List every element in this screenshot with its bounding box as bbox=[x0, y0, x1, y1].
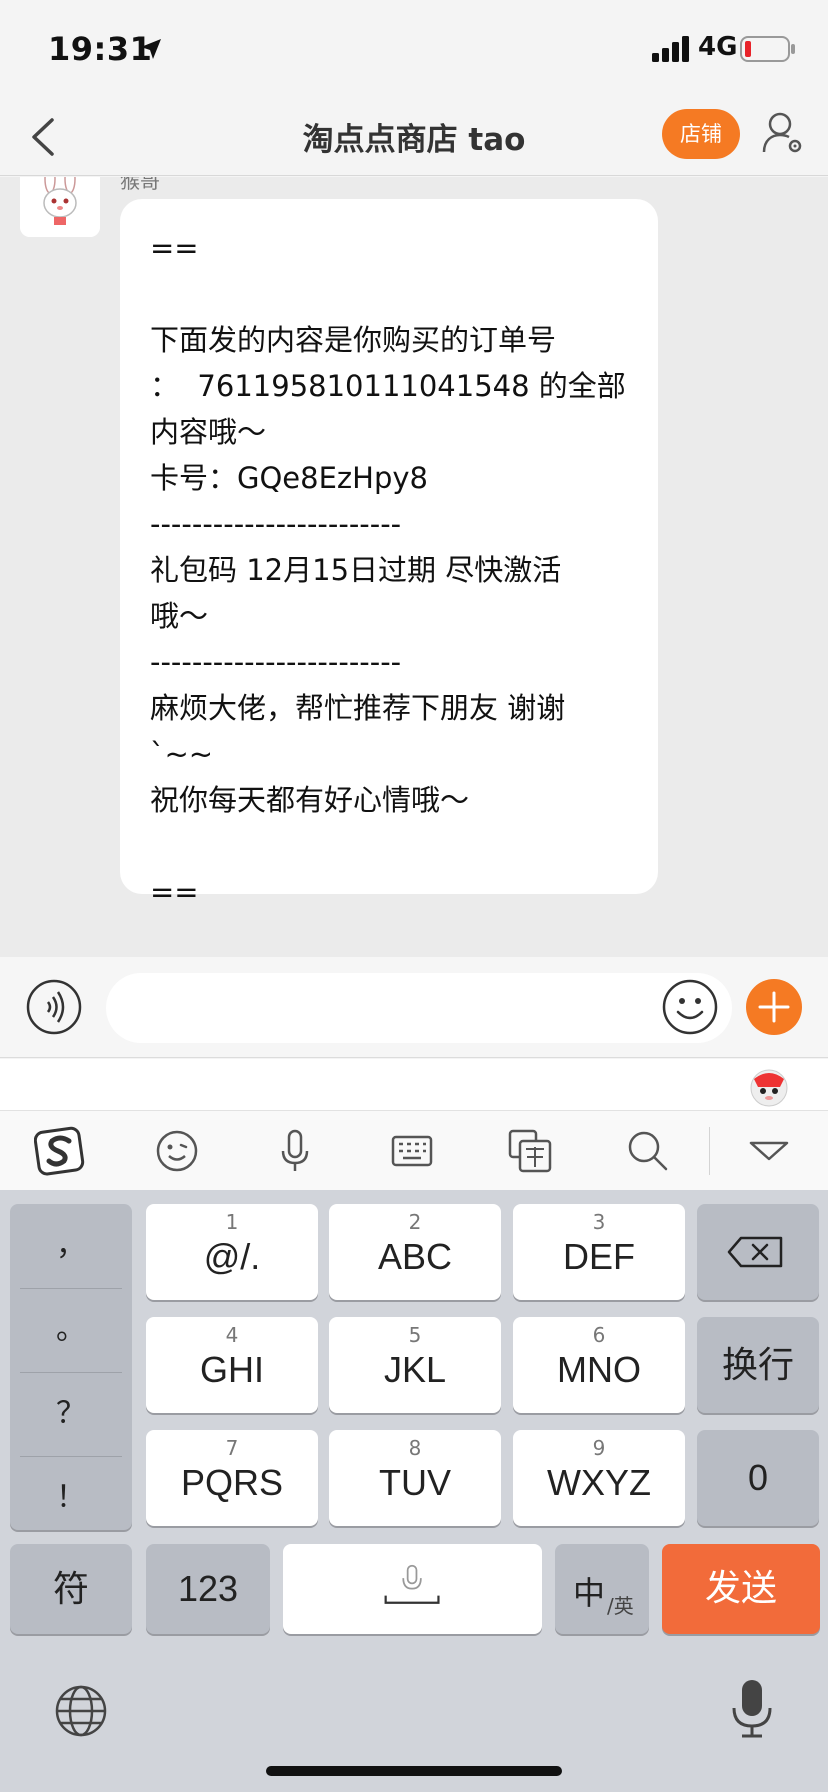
key-number: 6 bbox=[592, 1323, 606, 1347]
home-indicator[interactable] bbox=[266, 1766, 562, 1776]
key-letters: JKL bbox=[383, 1349, 447, 1390]
key-0[interactable]: 0 bbox=[697, 1430, 819, 1526]
symbols-label: 符 bbox=[52, 1568, 89, 1609]
chat-area[interactable]: 猴哥 == 下面发的内容是你购买的订单号 ： 76119581011104154… bbox=[0, 177, 828, 957]
keyboard-assistant-strip bbox=[0, 1059, 828, 1111]
shop-button[interactable]: 店铺 bbox=[662, 109, 740, 159]
avatar[interactable] bbox=[20, 177, 100, 237]
microphone-icon[interactable] bbox=[269, 1125, 321, 1177]
collapse-keyboard-icon[interactable] bbox=[743, 1125, 795, 1177]
message-line bbox=[150, 271, 628, 317]
voice-input-icon[interactable] bbox=[26, 979, 82, 1035]
rabbit-avatar-icon bbox=[20, 177, 100, 237]
message-line: 下面发的内容是你购买的订单号 bbox=[150, 323, 557, 357]
emoji-icon[interactable] bbox=[662, 979, 718, 1035]
message-line: ------------------------ bbox=[150, 507, 402, 541]
message-line: 哦～ bbox=[150, 599, 209, 633]
punct-key[interactable]: 。 bbox=[18, 1288, 124, 1372]
space-key[interactable] bbox=[283, 1544, 542, 1634]
key-number: 5 bbox=[408, 1323, 422, 1347]
key-letters: WXYZ bbox=[547, 1462, 651, 1503]
keyboard-toolbar bbox=[0, 1111, 828, 1190]
send-key[interactable]: 发送 bbox=[662, 1544, 820, 1634]
language-toggle-key[interactable]: 中 /英 bbox=[555, 1544, 649, 1634]
battery-icon bbox=[740, 36, 795, 62]
mascot-icon[interactable] bbox=[748, 1065, 790, 1107]
keyboard-icon[interactable] bbox=[386, 1125, 438, 1177]
network-type: 4G bbox=[698, 32, 738, 62]
backspace-icon bbox=[727, 1236, 783, 1268]
key-7[interactable]: 7 PQRS bbox=[146, 1430, 318, 1526]
keyboard: ， 。 ？ ！ 1 @/. 2 ABC 3 DEF 4 GHI 5 JKL 6 … bbox=[0, 1190, 828, 1792]
key-4[interactable]: 4 GHI bbox=[146, 1317, 318, 1413]
numbers-key[interactable]: 123 bbox=[146, 1544, 270, 1634]
key-letters: ABC bbox=[377, 1236, 453, 1277]
key-1[interactable]: 1 @/. bbox=[146, 1204, 318, 1300]
key-letters: PQRS bbox=[180, 1462, 284, 1503]
key-2[interactable]: 2 ABC bbox=[329, 1204, 501, 1300]
key-8[interactable]: 8 TUV bbox=[329, 1430, 501, 1526]
punct-key[interactable]: ？ bbox=[18, 1372, 124, 1456]
message-line: `~~ bbox=[150, 737, 214, 771]
key-number: 4 bbox=[225, 1323, 239, 1347]
key-number: 9 bbox=[592, 1436, 606, 1460]
punctuation-column: ， 。 ？ ！ bbox=[10, 1204, 132, 1530]
key-letters: TUV bbox=[379, 1462, 451, 1503]
message-line: == bbox=[150, 875, 199, 909]
user-settings-icon[interactable] bbox=[760, 108, 804, 158]
message-line: 内容哦～ bbox=[150, 415, 267, 449]
globe-icon[interactable] bbox=[54, 1684, 108, 1738]
key-number: 2 bbox=[408, 1210, 422, 1234]
status-bar: 19:31 4G bbox=[0, 0, 828, 98]
backspace-key[interactable] bbox=[697, 1204, 819, 1300]
key-number: 3 bbox=[592, 1210, 606, 1234]
key-letters: DEF bbox=[563, 1236, 635, 1277]
plus-button[interactable] bbox=[746, 979, 802, 1035]
plus-icon bbox=[758, 991, 790, 1023]
numbers-label: 123 bbox=[177, 1568, 239, 1609]
message-line: 麻烦大佬，帮忙推荐下朋友 谢谢 bbox=[150, 691, 566, 725]
message-input[interactable] bbox=[106, 973, 732, 1043]
message-line: == bbox=[150, 231, 199, 265]
message-line bbox=[150, 823, 628, 869]
signal-icon bbox=[652, 36, 689, 62]
newline-key[interactable]: 换行 bbox=[697, 1317, 819, 1413]
input-bar bbox=[0, 957, 828, 1058]
zero-label: 0 bbox=[747, 1457, 769, 1498]
sogou-logo-icon[interactable] bbox=[34, 1125, 86, 1177]
message-line: 礼包码 12月15日过期 尽快激活 bbox=[150, 553, 562, 587]
space-mic-icon bbox=[384, 1564, 440, 1604]
dictation-mic-icon[interactable] bbox=[730, 1678, 774, 1740]
key-number: 7 bbox=[225, 1436, 239, 1460]
key-5[interactable]: 5 JKL bbox=[329, 1317, 501, 1413]
toolbar-divider bbox=[709, 1127, 710, 1175]
search-icon[interactable] bbox=[622, 1125, 674, 1177]
newline-label: 换行 bbox=[721, 1344, 794, 1385]
key-9[interactable]: 9 WXYZ bbox=[513, 1430, 685, 1526]
key-number: 8 bbox=[408, 1436, 422, 1460]
message-line: 卡号：GQe8EzHpy8 bbox=[150, 461, 428, 495]
sender-name: 猴哥 bbox=[120, 177, 160, 193]
key-6[interactable]: 6 MNO bbox=[513, 1317, 685, 1413]
punct-key[interactable]: ！ bbox=[18, 1456, 124, 1540]
status-time: 19:31 bbox=[48, 30, 153, 68]
message-line: ------------------------ bbox=[150, 645, 402, 679]
lang-main-label: 中 bbox=[573, 1574, 606, 1612]
key-3[interactable]: 3 DEF bbox=[513, 1204, 685, 1300]
location-arrow-icon bbox=[141, 39, 161, 59]
message-bubble[interactable]: == 下面发的内容是你购买的订单号 ： 761195810111041548 的… bbox=[120, 199, 658, 909]
key-number: 1 bbox=[225, 1210, 239, 1234]
translate-icon[interactable] bbox=[504, 1125, 556, 1177]
message-line: ： 761195810111041548 的全部 bbox=[150, 369, 626, 403]
key-letters: GHI bbox=[199, 1349, 264, 1390]
nav-bar: 淘点点商店 tao 店铺 bbox=[0, 98, 828, 176]
key-letters: MNO bbox=[557, 1349, 641, 1390]
symbols-key[interactable]: 符 bbox=[10, 1544, 132, 1634]
message-line: 祝你每天都有好心情哦～ bbox=[150, 783, 470, 817]
lang-sub-label: /英 bbox=[607, 1594, 634, 1618]
punct-key[interactable]: ， bbox=[18, 1204, 124, 1288]
emoji-face-icon[interactable] bbox=[151, 1125, 203, 1177]
key-letters: @/. bbox=[203, 1236, 261, 1277]
